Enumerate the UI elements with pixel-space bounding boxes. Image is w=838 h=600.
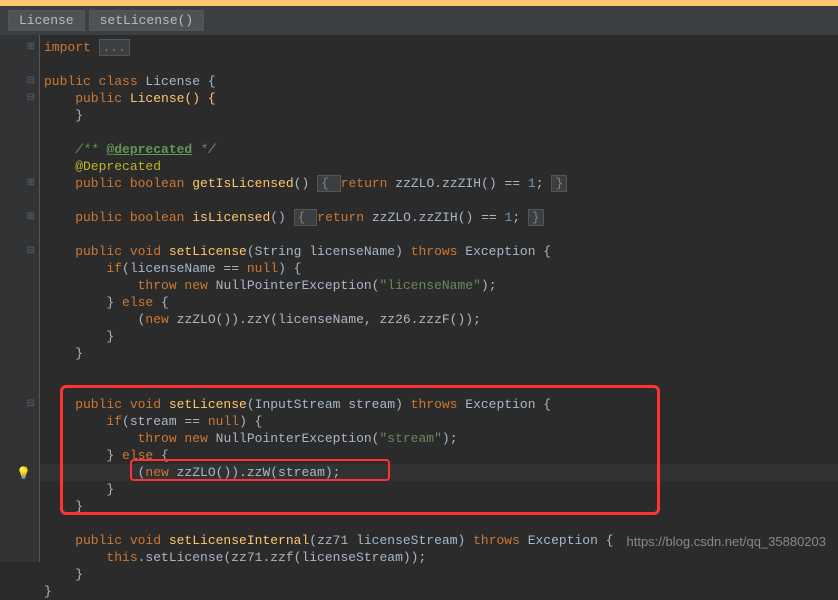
fold-icon[interactable]: ⊟: [27, 245, 35, 257]
code-line: public boolean isLicensed() { return zzZ…: [40, 209, 838, 226]
code-area[interactable]: import ... public class License { public…: [40, 35, 838, 562]
code-line: }: [40, 345, 838, 362]
watermark: https://blog.csdn.net/qq_35880203: [627, 534, 827, 549]
fold-icon[interactable]: ⊟: [27, 75, 35, 87]
code-line: /** @deprecated */: [40, 141, 838, 158]
code-line: public void setLicense(String licenseNam…: [40, 243, 838, 260]
code-line: throw new NullPointerException("stream")…: [40, 430, 838, 447]
code-line-highlighted: (new zzZLO()).zzW(stream);: [40, 464, 838, 481]
code-line: [40, 192, 838, 209]
code-line: [40, 226, 838, 243]
fold-icon[interactable]: ⊞: [27, 41, 35, 53]
code-line: }: [40, 328, 838, 345]
code-line: [40, 124, 838, 141]
code-line: public License() {: [40, 90, 838, 107]
lightbulb-icon[interactable]: 💡: [16, 466, 31, 481]
fold-placeholder[interactable]: ...: [99, 39, 130, 56]
breadcrumb: License setLicense(): [0, 6, 838, 35]
editor: ⊞ ⊟ ⊟ ⊞ ⊞ ⊟ ⊟ 💡 import ... public class …: [0, 35, 838, 562]
code-line: [40, 362, 838, 379]
code-line: public void setLicense(InputStream strea…: [40, 396, 838, 413]
fold-icon[interactable]: ⊞: [27, 211, 35, 223]
code-line: throw new NullPointerException("licenseN…: [40, 277, 838, 294]
code-line: if(licenseName == null) {: [40, 260, 838, 277]
code-line: public class License {: [40, 73, 838, 90]
fold-icon[interactable]: ⊟: [27, 398, 35, 410]
code-line: }: [40, 481, 838, 498]
code-line: } else {: [40, 294, 838, 311]
code-line: }: [40, 107, 838, 124]
code-line: this.setLicense(zz71.zzf(licenseStream))…: [40, 549, 838, 566]
code-line: if(stream == null) {: [40, 413, 838, 430]
code-line: }: [40, 498, 838, 515]
code-line: @Deprecated: [40, 158, 838, 175]
code-line: }: [40, 566, 838, 583]
code-line: [40, 379, 838, 396]
code-line: [40, 56, 838, 73]
code-line: public boolean getIsLicensed() { return …: [40, 175, 838, 192]
code-line: (new zzZLO()).zzY(licenseName, zz26.zzzF…: [40, 311, 838, 328]
code-line: import ...: [40, 39, 838, 56]
breadcrumb-item-class[interactable]: License: [8, 10, 85, 31]
gutter[interactable]: ⊞ ⊟ ⊟ ⊞ ⊞ ⊟ ⊟ 💡: [0, 35, 40, 562]
breadcrumb-item-method[interactable]: setLicense(): [89, 10, 205, 31]
fold-icon[interactable]: ⊞: [27, 177, 35, 189]
fold-icon[interactable]: ⊟: [27, 92, 35, 104]
code-line: }: [40, 583, 838, 600]
code-line: [40, 515, 838, 532]
code-line: } else {: [40, 447, 838, 464]
